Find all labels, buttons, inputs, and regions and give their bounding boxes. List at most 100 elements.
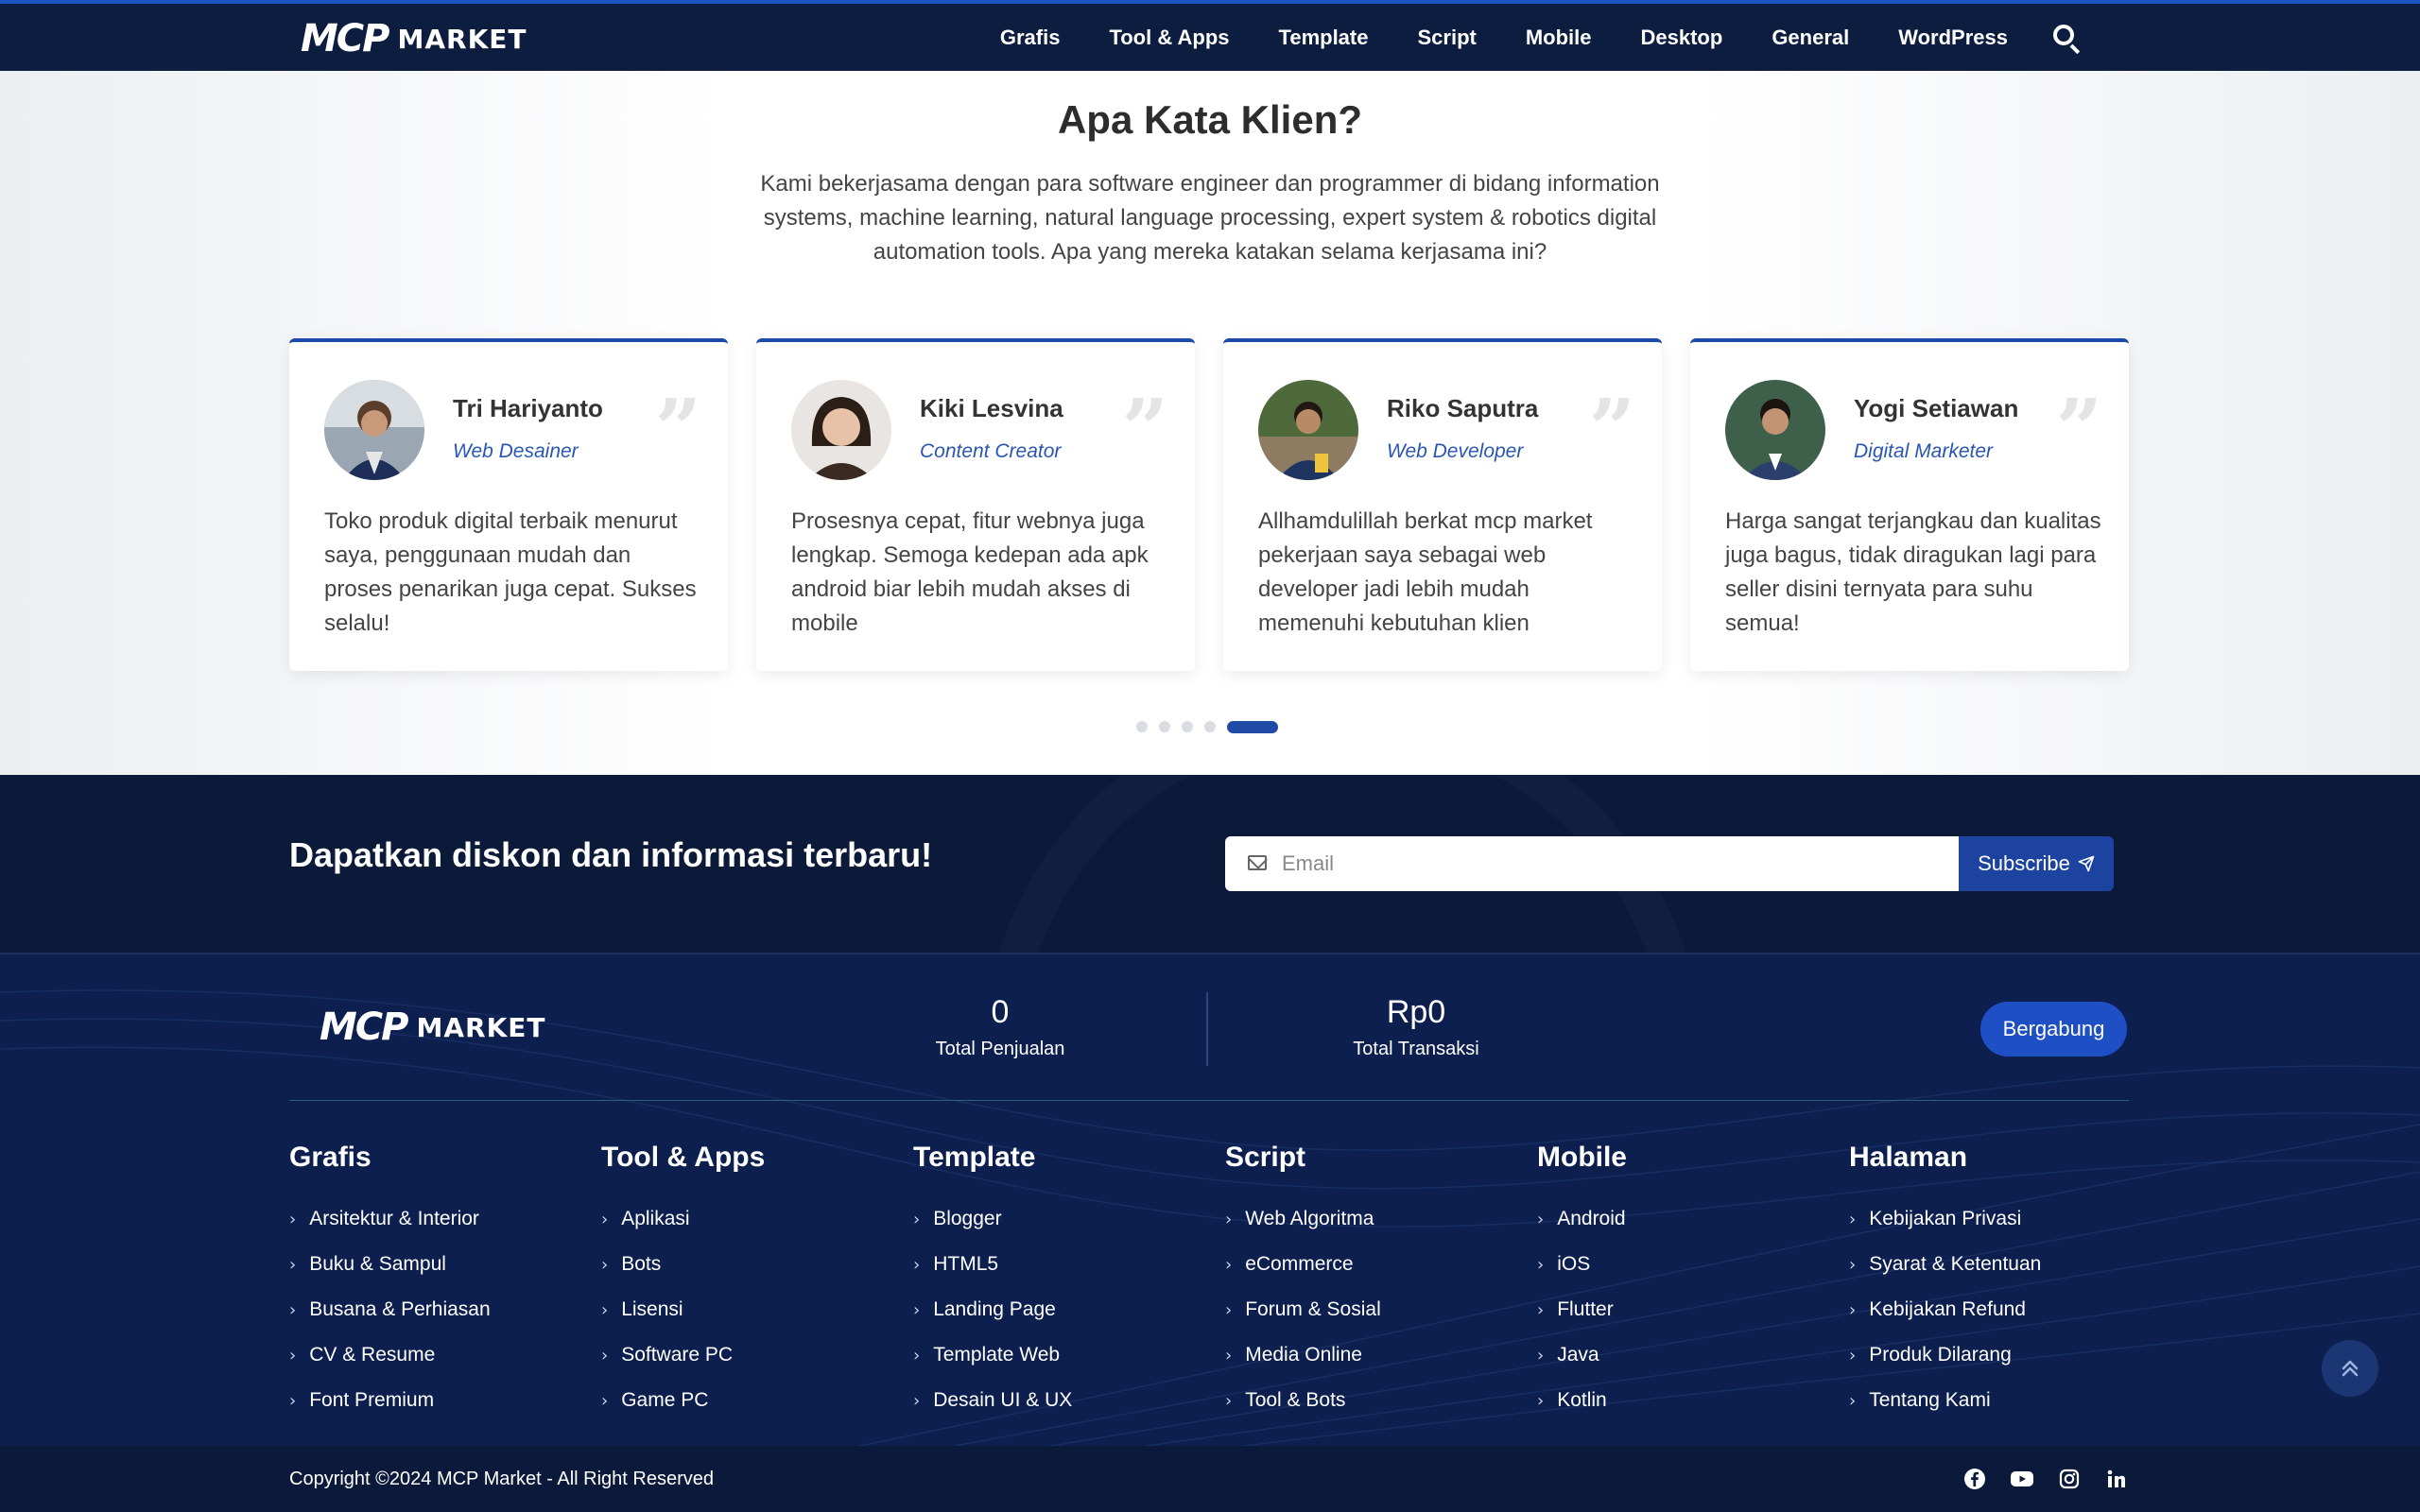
footer-link[interactable]: › Android (1537, 1196, 1821, 1242)
chevron-right-icon: › (913, 1254, 921, 1275)
join-button[interactable]: Bergabung (1980, 1002, 2127, 1057)
nav-item-script[interactable]: Script (1417, 26, 1476, 50)
footer-link[interactable]: › Tentang Kami (1849, 1378, 2133, 1423)
footer-logo[interactable]: MCP MARKET (320, 1004, 546, 1051)
email-field-wrapper (1225, 836, 1959, 891)
nav-item-desktop[interactable]: Desktop (1641, 26, 1723, 50)
footer-link[interactable]: › Game PC (601, 1378, 885, 1423)
section-description: Kami bekerjasama dengan para software en… (760, 171, 1660, 265)
stat-label: Total Transaksi (1353, 1039, 1479, 1059)
footer-link[interactable]: › Desain UI & UX (913, 1378, 1197, 1423)
carousel-dot-active[interactable] (1227, 720, 1278, 733)
footer-link[interactable]: › Buku & Sampul (289, 1242, 573, 1287)
footer-link[interactable]: › Forum & Sosial (1225, 1287, 1509, 1332)
footer-column-script: Script › Web Algoritma › eCommerce › Forum … (1225, 1142, 1509, 1423)
carousel-dot[interactable] (1204, 721, 1216, 732)
testimonial-carousel[interactable]: Tri Hariyanto Web Desainer ” Toko produk… (289, 338, 2129, 671)
chevron-right-icon: › (1537, 1209, 1545, 1229)
subscribe-label: Subscribe (1978, 851, 2070, 875)
search-icon[interactable] (2051, 23, 2082, 54)
nav-item-grafis[interactable]: Grafis (1000, 26, 1061, 50)
send-icon (2078, 855, 2095, 872)
nav-item-mobile[interactable]: Mobile (1526, 26, 1592, 50)
nav-item-tool-apps[interactable]: Tool & Apps (1109, 26, 1229, 50)
chevron-right-icon: › (1849, 1345, 1857, 1366)
footer-link[interactable]: › Template Web (913, 1332, 1197, 1378)
footer-link[interactable]: › Landing Page (913, 1287, 1197, 1332)
chevron-right-icon: › (601, 1209, 609, 1229)
site-logo[interactable]: MCP MARKET (301, 15, 527, 62)
chevron-right-icon: › (289, 1345, 297, 1366)
subscribe-button[interactable]: Subscribe (1959, 836, 2114, 891)
logo-text: MARKET (397, 23, 527, 55)
email-input[interactable] (1282, 836, 1944, 891)
footer-column-grafis: Grafis › Arsitektur & Interior › Buku & Sa… (289, 1142, 573, 1423)
column-title: Grafis (289, 1142, 372, 1173)
avatar (791, 380, 891, 480)
linkedin-icon[interactable] (2104, 1467, 2129, 1491)
footer-link[interactable]: › Busana & Perhiasan (289, 1287, 573, 1332)
footer-link[interactable]: › Produk Dilarang (1849, 1332, 2133, 1378)
footer-link[interactable]: › Kotlin (1537, 1378, 1821, 1423)
column-title: Mobile (1537, 1142, 1627, 1173)
footer-link[interactable]: › Tool & Bots (1225, 1378, 1509, 1423)
newsletter-title: Dapatkan diskon dan informasi terbaru! (289, 835, 933, 874)
quote-icon: ” (1121, 382, 1168, 477)
footer-link[interactable]: › iOS (1537, 1242, 1821, 1287)
carousel-dot[interactable] (1182, 721, 1193, 732)
footer-link[interactable]: › HTML5 (913, 1242, 1197, 1287)
footer-link[interactable]: › Media Online (1225, 1332, 1509, 1378)
chevron-right-icon: › (913, 1209, 921, 1229)
quote-icon: ” (654, 382, 701, 477)
testimonial-section: Apa Kata Klien? Kami bekerjasama dengan … (0, 71, 2420, 775)
footer-link[interactable]: › Font Premium (289, 1378, 573, 1423)
section-title: Apa Kata Klien? (1057, 97, 1363, 142)
footer-link[interactable]: › CV & Resume (289, 1332, 573, 1378)
nav-item-wordpress[interactable]: WordPress (1898, 26, 2008, 50)
youtube-icon[interactable] (2010, 1467, 2034, 1491)
chevron-right-icon: › (913, 1390, 921, 1411)
nav-item-general[interactable]: General (1772, 26, 1849, 50)
chevron-right-icon: › (913, 1345, 921, 1366)
copyright-bar: Copyright ©2024 MCP Market - All Right R… (0, 1446, 2420, 1512)
footer-link[interactable]: › Syarat & Ketentuan (1849, 1242, 2133, 1287)
footer-column-mobile: Mobile › Android › iOS › Flutter › Java › Kot… (1537, 1142, 1821, 1423)
client-role: Web Desainer (453, 440, 579, 462)
chevron-right-icon: › (601, 1390, 609, 1411)
carousel-dot[interactable] (1136, 721, 1148, 732)
testimonial-card: Riko Saputra Web Developer ” Allhamdulil… (1223, 338, 1662, 671)
stat-value: Rp0 (1386, 994, 1446, 1030)
footer-link[interactable]: › Arsitektur & Interior (289, 1196, 573, 1242)
avatar (324, 380, 424, 480)
chevron-right-icon: › (1849, 1390, 1857, 1411)
chevron-right-icon: › (601, 1299, 609, 1320)
footer-link[interactable]: › Software PC (601, 1332, 885, 1378)
footer-link[interactable]: › eCommerce (1225, 1242, 1509, 1287)
back-to-top-button[interactable] (2322, 1340, 2378, 1397)
footer-link[interactable]: › Kebijakan Privasi (1849, 1196, 2133, 1242)
chevron-right-icon: › (289, 1390, 297, 1411)
chevron-right-icon: › (601, 1345, 609, 1366)
footer-link[interactable]: › Blogger (913, 1196, 1197, 1242)
footer-link[interactable]: › Flutter (1537, 1287, 1821, 1332)
instagram-icon[interactable] (2057, 1467, 2082, 1491)
footer-column-tool-apps: Tool & Apps › Aplikasi › Bots › Lisensi › So… (601, 1142, 885, 1423)
top-navbar: MCP MARKET Grafis Tool & Apps Template S… (0, 0, 2420, 71)
chevron-right-icon: › (1537, 1299, 1545, 1320)
footer-link[interactable]: › Lisensi (601, 1287, 885, 1332)
column-title: Halaman (1849, 1142, 1968, 1173)
client-name: Yogi Setiawan (1854, 394, 2019, 422)
nav-item-template[interactable]: Template (1279, 26, 1369, 50)
column-title: Tool & Apps (601, 1142, 766, 1173)
carousel-dot[interactable] (1159, 721, 1170, 732)
chevron-right-icon: › (601, 1254, 609, 1275)
footer-link[interactable]: › Web Algoritma (1225, 1196, 1509, 1242)
facebook-icon[interactable] (1962, 1467, 1987, 1491)
footer-link[interactable]: › Bots (601, 1242, 885, 1287)
social-links (1962, 1467, 2129, 1491)
footer-link[interactable]: › Aplikasi (601, 1196, 885, 1242)
chevron-right-icon: › (289, 1254, 297, 1275)
testimonial-text: Allhamdulillah berkat mcp market pekerja… (1258, 508, 1593, 636)
footer-link[interactable]: › Java (1537, 1332, 1821, 1378)
footer-link[interactable]: › Kebijakan Refund (1849, 1287, 2133, 1332)
